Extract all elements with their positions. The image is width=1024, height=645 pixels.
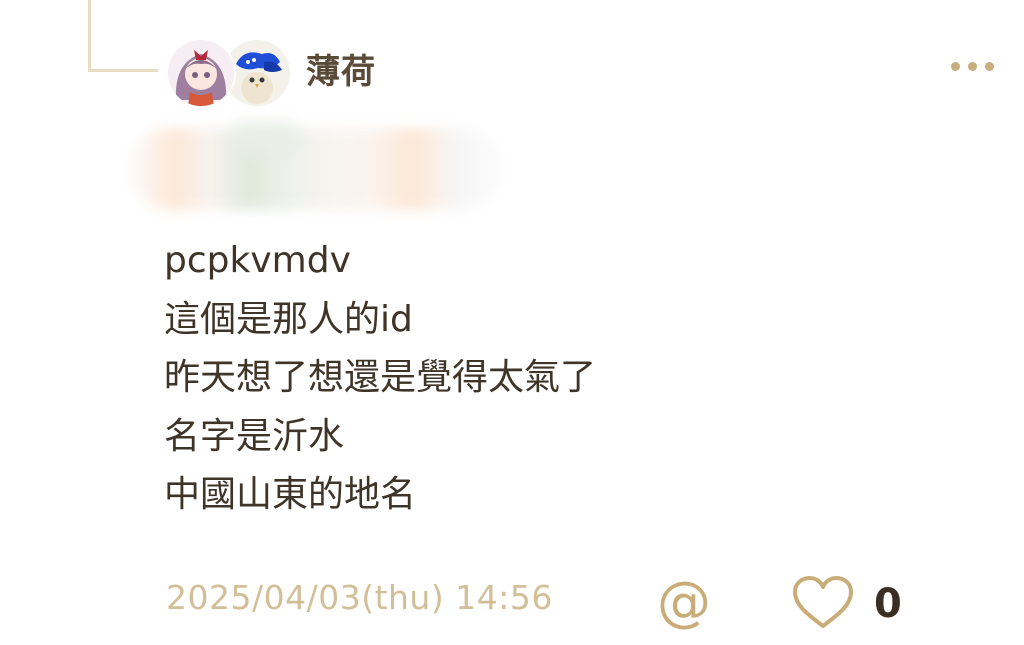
- like-button[interactable]: [790, 574, 856, 630]
- at-mention-icon: @: [657, 570, 711, 633]
- post-body-line: 這個是那人的id: [164, 298, 413, 340]
- post-body-line: 昨天想了想還是覺得太氣了: [164, 357, 597, 398]
- more-dots-icon: [985, 62, 994, 71]
- post-body-line: pcpkvmdv: [164, 240, 351, 281]
- post-timestamp: 2025/04/03(thu) 14:56: [166, 578, 553, 617]
- mention-button[interactable]: @: [652, 572, 716, 632]
- avatar-girl-illustration: [168, 40, 234, 106]
- avatar-group[interactable]: [168, 40, 292, 108]
- like-count: 0: [874, 581, 902, 627]
- more-options-button[interactable]: [951, 62, 994, 71]
- post-body: pcpkvmdv 這個是那人的id 昨天想了想還是覺得太氣了 名字是沂水 中國山…: [164, 232, 596, 525]
- blurred-content: [130, 128, 500, 210]
- more-dots-icon: [951, 62, 960, 71]
- thread-connector-line: [88, 0, 158, 72]
- username[interactable]: 薄荷: [306, 50, 376, 94]
- heart-icon: [793, 576, 853, 628]
- more-dots-icon: [968, 62, 977, 71]
- avatar[interactable]: [168, 40, 234, 106]
- post-body-line: 名字是沂水: [164, 415, 345, 457]
- post-card: 薄荷 pcpkvmdv 這個是那人的id 昨天想了想還是覺得太氣了 名字是沂水 …: [0, 0, 1024, 645]
- post-body-line: 中國山東的地名: [164, 474, 417, 515]
